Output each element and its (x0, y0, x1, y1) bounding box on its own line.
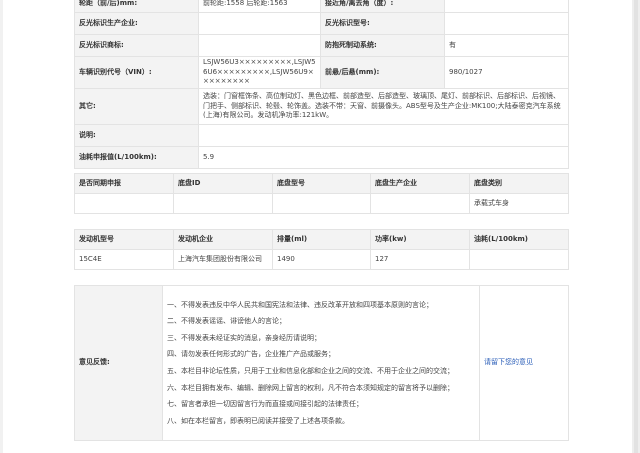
table-cell: 1490 (272, 249, 371, 270)
chassis-table: 是否同期申报 底盘ID 底盘型号 底盘生产企业 底盘类别 承载式车身 (74, 173, 569, 214)
spec-value (198, 34, 321, 57)
table-cell (469, 249, 569, 270)
spec-key: 防抱死制动系统: (320, 34, 445, 57)
rule-item: 三、不得发表未经证实的消息，亲身经历请说明； (167, 333, 321, 342)
spec-key: 反光标识型号: (320, 12, 445, 35)
spec-row-desc: 说明: (74, 124, 569, 147)
feedback-table: 意见反馈: 一、不得发表违反中华人民共和国宪法和法律、违反改革开放和四项基本原则… (74, 285, 569, 441)
spec-value (444, 12, 569, 35)
engine-row: 15C4E 上海汽车集团股份有限公司 1490 127 (74, 249, 569, 270)
table-header: 底盘类别 (469, 173, 569, 194)
engine-header-row: 发动机型号 发动机企业 排量(ml) 功率(kw) 油耗(L/100km) (74, 229, 569, 250)
spec-row: 反光标识商标: 防抱死制动系统: 有 (74, 34, 569, 57)
page-left-edge (0, 0, 3, 453)
fuel-label: 油耗申报值(L/100km): (74, 146, 199, 169)
table-cell (173, 193, 273, 214)
table-header: 底盘生产企业 (370, 173, 470, 194)
spec-value: 前轮距:1558 后轮距:1563 (198, 0, 321, 13)
table-cell: 15C4E (74, 249, 174, 270)
table-cell (370, 193, 470, 214)
fuel-value: 5.9 (198, 146, 569, 169)
feedback-label: 意见反馈: (74, 285, 163, 441)
rule-item: 七、留言者承担一切因留言行为而直接或间接引起的法律责任； (167, 400, 363, 409)
spec-key: 轮距（前/后)mm: (74, 0, 199, 13)
description-value (198, 124, 569, 147)
rule-item: 二、不得发表谣谣、诽谤他人的言论； (167, 317, 286, 326)
rule-item: 八、如在本栏留言，即表明已阅读并接受了上述各项条款。 (167, 416, 349, 425)
vin-value: LSJW56U3×××××××××,LSJW56U6×××××××××,LSJW… (198, 56, 321, 89)
table-cell (74, 193, 174, 214)
table-header: 功率(kw) (370, 229, 470, 250)
table-cell: 承载式车身 (469, 193, 569, 214)
table-header: 发动机企业 (173, 229, 273, 250)
engine-table: 发动机型号 发动机企业 排量(ml) 功率(kw) 油耗(L/100km) 15… (74, 229, 569, 270)
table-cell (272, 193, 371, 214)
rule-item: 六、本栏目拥有发布、编辑、删除网上留言的权利，凡不符合本须知规定的留言将予以删除… (167, 383, 454, 392)
table-header: 底盘型号 (272, 173, 371, 194)
other-value: 选装：门窗框饰条、高位制动灯、黑色边框、前部造型、后部造型、玻璃顶、尾灯、前部标… (198, 88, 569, 125)
other-label: 其它: (74, 88, 199, 125)
chassis-row: 承载式车身 (74, 193, 569, 214)
table-header: 发动机型号 (74, 229, 174, 250)
feedback-row: 意见反馈: 一、不得发表违反中华人民共和国宪法和法律、违反改革开放和四项基本原则… (74, 285, 569, 441)
feedback-link-cell: 请留下您的意见 (479, 285, 569, 441)
table-cell: 上海汽车集团股份有限公司 (173, 249, 273, 270)
spec-row-other: 其它: 选装：门窗框饰条、高位制动灯、黑色边框、前部造型、后部造型、玻璃顶、尾灯… (74, 88, 569, 125)
vin-label: 车辆识别代号（VIN）: (74, 56, 199, 89)
table-header: 排量(ml) (272, 229, 371, 250)
spec-key: 反光标识生产企业: (74, 12, 199, 35)
leave-feedback-link[interactable]: 请留下您的意见 (484, 358, 533, 366)
chassis-header-row: 是否同期申报 底盘ID 底盘型号 底盘生产企业 底盘类别 (74, 173, 569, 194)
spec-key: 接近角/离去角（度）: (320, 0, 445, 13)
overhang-value: 980/1027 (444, 56, 569, 89)
rule-item: 五、本栏目非论坛性质，只用于工业和信息化部和企业之间的交流、不用于企业之间的交流… (167, 367, 454, 375)
spec-row: 反光标识生产企业: 反光标识型号: (74, 12, 569, 35)
spec-row: 轮距（前/后)mm: 前轮距:1558 后轮距:1563 接近角/离去角（度）: (74, 0, 569, 13)
rule-item: 四、请勿发表任何形式的广告，企业推广产品或服务； (167, 350, 335, 359)
description-label: 说明: (74, 124, 199, 147)
vehicle-spec-table: 轮距（前/后)mm: 前轮距:1558 后轮距:1563 接近角/离去角（度）:… (74, 0, 569, 169)
overhang-label: 前悬/后悬(mm): (320, 56, 445, 89)
spec-row: 车辆识别代号（VIN）: LSJW56U3×××××××××,LSJW56U6×… (74, 56, 569, 89)
feedback-rules: 一、不得发表违反中华人民共和国宪法和法律、违反改革开放和四项基本原则的言论； 二… (162, 285, 480, 441)
spec-value (198, 12, 321, 35)
table-header: 是否同期申报 (74, 173, 174, 194)
spec-value (444, 0, 569, 13)
table-header: 底盘ID (173, 173, 273, 194)
table-header: 油耗(L/100km) (469, 229, 569, 250)
abs-value: 有 (444, 34, 569, 57)
rule-item: 一、不得发表违反中华人民共和国宪法和法律、违反改革开放和四项基本原则的言论； (167, 300, 433, 309)
table-cell: 127 (370, 249, 470, 270)
spec-key: 反光标识商标: (74, 34, 199, 57)
vertical-scrollbar[interactable] (634, 0, 638, 453)
spec-row-fuel: 油耗申报值(L/100km): 5.9 (74, 146, 569, 169)
